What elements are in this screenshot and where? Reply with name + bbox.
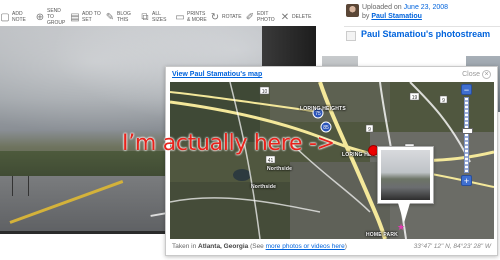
highway-shield-icon: 41 — [265, 155, 276, 164]
rotate-icon: ↻ — [210, 11, 220, 23]
close-icon[interactable]: × — [482, 70, 491, 79]
zoom-out-button[interactable]: − — [461, 84, 472, 95]
annotation-text: I’m actually here -> — [122, 131, 335, 156]
all-sizes-icon: ⧉ — [141, 11, 149, 23]
location-name: Atlanta, Georgia — [198, 243, 249, 250]
view-map-link[interactable]: View Paul Stamatiou's map — [172, 71, 262, 78]
toolbar-add-note-button[interactable]: ▢ Add Note — [0, 6, 32, 28]
svg-text:9: 9 — [368, 127, 371, 133]
toolbar-label: Prints & More — [187, 11, 207, 23]
close-button[interactable]: Close × — [462, 70, 491, 79]
toolbar-edit-photo-button[interactable]: ✐ Edit Photo — [245, 6, 277, 28]
add-to-set-icon: ▤ — [70, 11, 80, 23]
map-footer: Taken in Atlanta, Georgia (See more phot… — [172, 243, 347, 250]
svg-text:9: 9 — [442, 98, 445, 104]
see-suffix: ) — [344, 243, 347, 250]
by-prefix: by — [362, 13, 370, 20]
see-prefix: (See — [250, 243, 264, 250]
edit-photo-icon: ✐ — [245, 11, 255, 23]
toolbar-rotate-button[interactable]: ↻ Rotate — [210, 6, 242, 28]
svg-text:19: 19 — [412, 95, 418, 101]
toolbar-prints-button[interactable]: ▭ Prints & More — [175, 6, 207, 28]
delete-icon: ✕ — [280, 11, 290, 23]
highway-shield-icon: 10 — [259, 86, 270, 95]
map-label: Northside — [267, 166, 293, 172]
toolbar-label: Blog This — [117, 11, 131, 23]
map-view[interactable]: 75 85 19 9 9 19 — [170, 82, 494, 239]
callout-pointer — [398, 203, 410, 223]
photo-toolbar: ▢ Add Note ⊕ Send to Group ▤ Add to Set ✎ Blog … — [0, 6, 320, 28]
map-popup: View Paul Stamatiou's map Close × 75 85 … — [165, 66, 498, 256]
avatar[interactable] — [346, 4, 359, 17]
toolbar-all-sizes-button[interactable]: ⧉ All Sizes — [140, 6, 172, 28]
toolbar-label: Send to Group — [47, 8, 66, 26]
close-label: Close — [462, 71, 480, 78]
photostream-title[interactable]: Paul Stamatiou's photostream — [361, 29, 491, 40]
photo-preview-callout[interactable] — [377, 146, 434, 204]
toolbar-label: Delete — [292, 14, 312, 20]
coordinates: 33°47' 12" N, 84°23' 28" W — [413, 243, 491, 250]
toolbar-label: Rotate — [222, 14, 242, 20]
zoom-control[interactable]: − + — [461, 84, 474, 190]
zoom-in-button[interactable]: + — [461, 175, 472, 186]
toolbar-blog-this-button[interactable]: ✎ Blog This — [105, 6, 137, 28]
more-photos-link[interactable]: more photos or videos here — [266, 243, 345, 250]
toolbar-add-to-set-button[interactable]: ▤ Add to Set — [70, 6, 102, 28]
blog-this-icon: ✎ — [105, 11, 115, 23]
toolbar-send-to-group-button[interactable]: ⊕ Send to Group — [35, 6, 67, 28]
map-label: LORING HEIGHTS — [300, 106, 346, 112]
map-pin-icon[interactable]: ★ — [397, 222, 405, 233]
divider — [344, 26, 500, 27]
toolbar-label: Edit Photo — [257, 11, 275, 23]
highway-shield-icon: 9 — [365, 124, 374, 133]
photo-preview-thumbnail — [381, 150, 430, 200]
photo-pole — [28, 176, 29, 196]
photostream-icon — [346, 31, 356, 41]
uploaded-prefix: Uploaded on — [362, 4, 402, 11]
uploader-name-link[interactable]: Paul Stamatiou — [371, 13, 422, 20]
taken-in-prefix: Taken in — [172, 243, 197, 250]
map-label: HOME PARK — [366, 232, 398, 238]
map-label: Northside — [251, 184, 277, 190]
send-to-group-icon: ⊕ — [35, 11, 45, 23]
add-note-icon: ▢ — [0, 11, 10, 23]
svg-text:41: 41 — [268, 158, 274, 164]
toolbar-delete-button[interactable]: ✕ Delete — [280, 6, 312, 28]
highway-shield-icon: 9 — [439, 95, 448, 104]
map-lake — [233, 169, 251, 181]
photo-pole — [12, 176, 13, 196]
uploader-info: Uploaded on June 23, 2008 by Paul Stamat… — [362, 3, 448, 21]
zoom-slider-handle[interactable] — [462, 128, 473, 134]
svg-text:10: 10 — [262, 89, 268, 95]
zoom-slider[interactable] — [464, 97, 469, 173]
toolbar-label: Add Note — [12, 11, 26, 23]
toolbar-label: All Sizes — [152, 11, 167, 23]
toolbar-label: Add to Set — [82, 11, 101, 23]
uploaded-date-link[interactable]: June 23, 2008 — [404, 4, 448, 11]
highway-shield-icon: 19 — [409, 92, 420, 101]
prints-icon: ▭ — [175, 11, 185, 23]
